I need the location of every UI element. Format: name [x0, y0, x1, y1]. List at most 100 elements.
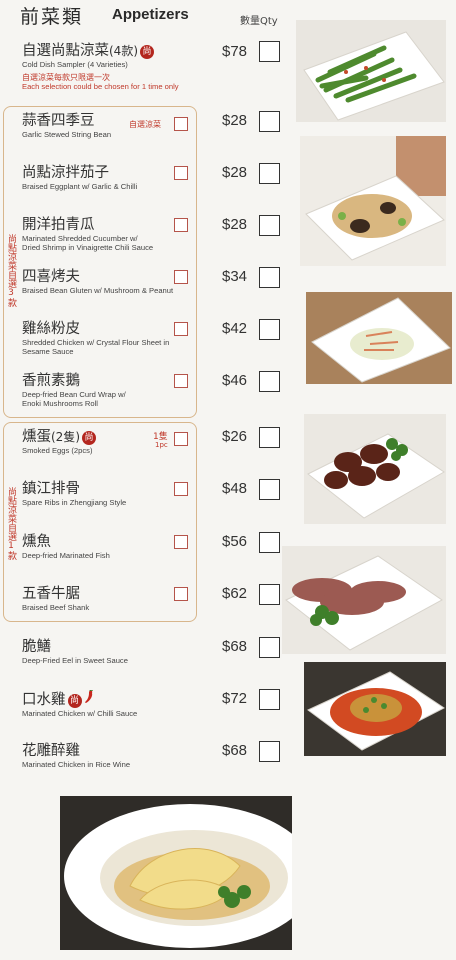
signature-badge-icon: 尚: [67, 694, 82, 708]
quantity-box[interactable]: [259, 371, 280, 392]
quantity-box[interactable]: [259, 111, 280, 132]
select-checkbox[interactable]: [174, 218, 188, 232]
group1-label: 尚點涼菜自選3款: [6, 233, 16, 307]
item-name-zh: 尚點涼拌茄子: [22, 165, 109, 181]
menu-item-beef-shank: 五香牛腒 Braised Beef Shank: [22, 585, 292, 612]
beef-shank-photo: [282, 546, 446, 654]
item-name-zh: 鎮江排骨: [22, 481, 80, 497]
quantity-box[interactable]: [259, 267, 280, 288]
quantity-box[interactable]: [259, 689, 280, 710]
menu-item-eggplant: 尚點涼拌茄子 Braised Eggplant w/ Garlic & Chil…: [22, 164, 292, 191]
selection-note-zh: 自選涼菜每款只限選一次: [22, 73, 110, 82]
item-name-zh: 自選尚點涼菜: [22, 43, 109, 59]
item-price: $34: [222, 268, 248, 285]
menu-item-chili-chicken: 口水雞尚 Marinated Chicken w/ Chilli Sauce: [22, 689, 292, 718]
quantity-box[interactable]: [259, 427, 280, 448]
item-name-zh: 脆鱔: [22, 639, 51, 655]
select-checkbox[interactable]: [174, 535, 188, 549]
item-price: $26: [222, 428, 248, 445]
tofu-mushroom-photo: [300, 136, 446, 266]
selection-note-en: Each selection could be chosen for 1 tim…: [22, 82, 179, 91]
item-name-en-line2: Sesame Sauce: [22, 347, 74, 356]
item-name-zh: 開洋拍青瓜: [22, 217, 95, 233]
item-price: $46: [222, 372, 248, 389]
quantity-box[interactable]: [259, 741, 280, 762]
item-price: $68: [222, 742, 248, 759]
quantity-box[interactable]: [259, 215, 280, 236]
item-price: $42: [222, 320, 248, 337]
cucumber-shrimp-photo: [306, 292, 452, 384]
quantity-box[interactable]: [259, 319, 280, 340]
unit-tag-en: 1pc: [155, 441, 168, 449]
item-qty-zh: (2隻): [51, 430, 80, 444]
select-tag: 自選涼菜: [129, 120, 161, 129]
menu-item-crispy-eel: 脆鱔 Deep-Fried Eel in Sweet Sauce: [22, 638, 292, 665]
menu-item-bean-gluten: 四喜烤夫 Braised Bean Gluten w/ Mushroom & P…: [22, 268, 292, 295]
group2-label: 尚點涼菜自選1款: [6, 486, 16, 560]
item-name-en-line2: Dried Shrimp in Vinaigrette Chili Sauce: [22, 243, 154, 252]
item-name-en: Marinated Chicken in Rice Wine: [22, 760, 131, 769]
item-name-zh: 香煎素鵝: [22, 373, 80, 389]
item-price: $68: [222, 638, 248, 655]
menu-item-cucumber: 開洋拍青瓜 Marinated Shredded Cucumber w/ Dri…: [22, 216, 292, 252]
select-checkbox[interactable]: [174, 270, 188, 284]
chili-icon: [84, 689, 94, 709]
section-title-english: Appetizers: [112, 6, 189, 23]
item-name-en: Marinated Chicken w/ Chilli Sauce: [22, 709, 138, 718]
section-title-chinese: 前菜類: [20, 6, 84, 28]
item-name-zh: 雞絲粉皮: [22, 321, 80, 337]
item-name-zh: 燻魚: [22, 534, 51, 550]
menu-item-smoked-fish: 燻魚 Deep-fried Marinated Fish: [22, 533, 292, 560]
item-name-zh: 五香牛腒: [22, 586, 80, 602]
item-name-en: Deep-fried Marinated Fish: [22, 551, 110, 560]
quantity-box[interactable]: [259, 637, 280, 658]
item-price: $78: [222, 43, 248, 60]
item-name-en: Marinated Shredded Cucumber w/: [22, 234, 138, 243]
item-price: $48: [222, 480, 248, 497]
item-name-zh: 四喜烤夫: [22, 269, 80, 285]
item-price: $28: [222, 164, 248, 181]
select-checkbox[interactable]: [174, 322, 188, 336]
quantity-box[interactable]: [259, 532, 280, 553]
chili-chicken-photo: [304, 662, 446, 756]
item-name-en: Braised Bean Gluten w/ Mushroom & Peanut: [22, 286, 174, 295]
select-checkbox[interactable]: [174, 482, 188, 496]
item-name-en: Braised Eggplant w/ Garlic & Chilli: [22, 182, 138, 191]
item-price: $28: [222, 216, 248, 233]
quantity-box[interactable]: [259, 41, 280, 62]
green-beans-photo: [296, 20, 446, 122]
menu-item-cold-dish-sampler: 自選尚點涼菜(4款) 尚 Cold Dish Sampler (4 Varieti…: [22, 42, 292, 91]
item-price: $28: [222, 112, 248, 129]
item-price: $72: [222, 690, 248, 707]
signature-badge-icon: 尚: [140, 45, 154, 59]
item-name-en: Cold Dish Sampler (4 Varieties): [22, 60, 128, 69]
select-checkbox[interactable]: [174, 432, 188, 446]
quantity-box[interactable]: [259, 479, 280, 500]
select-checkbox[interactable]: [174, 374, 188, 388]
item-name-en: Shredded Chicken w/ Crystal Flour Sheet …: [22, 338, 170, 347]
menu-item-bean-curd-wrap: 香煎素鵝 Deep-fried Bean Curd Wrap w/ Enoki …: [22, 372, 292, 408]
item-name-en: Deep-Fried Eel in Sweet Sauce: [22, 656, 128, 665]
drunken-chicken-photo: [60, 796, 292, 950]
item-name-zh: 燻蛋: [22, 429, 51, 445]
item-name-en: Deep-fried Bean Curd Wrap w/: [22, 390, 126, 399]
item-qty-zh: (4款): [109, 44, 138, 58]
item-name-en: Spare Ribs in Zhengjiang Style: [22, 498, 127, 507]
item-name-zh: 口水雞: [22, 692, 66, 708]
item-name-en-line2: Enoki Mushrooms Roll: [22, 399, 98, 408]
item-name-en: Garlic Stewed String Bean: [22, 130, 112, 139]
quantity-box[interactable]: [259, 163, 280, 184]
item-price: $62: [222, 585, 248, 602]
signature-badge-icon: 尚: [82, 431, 96, 445]
menu-item-spare-ribs: 鎮江排骨 Spare Ribs in Zhengjiang Style: [22, 480, 292, 507]
menu-item-drunken-chicken: 花雕醉雞 Marinated Chicken in Rice Wine: [22, 742, 292, 769]
select-checkbox[interactable]: [174, 166, 188, 180]
item-name-zh: 花雕醉雞: [22, 743, 80, 759]
select-checkbox[interactable]: [174, 587, 188, 601]
menu-item-chicken-flour-sheet: 雞絲粉皮 Shredded Chicken w/ Crystal Flour S…: [22, 320, 292, 356]
item-name-en: Braised Beef Shank: [22, 603, 90, 612]
spare-ribs-photo: [304, 414, 446, 524]
select-checkbox[interactable]: [174, 117, 188, 131]
item-price: $56: [222, 533, 248, 550]
quantity-box[interactable]: [259, 584, 280, 605]
